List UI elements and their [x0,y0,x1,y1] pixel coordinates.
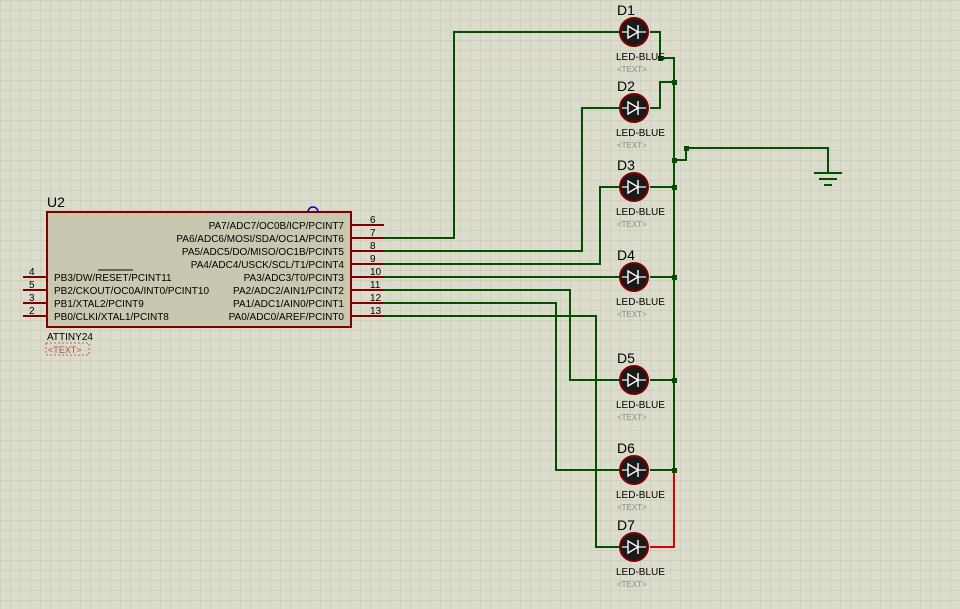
led-value: LED-BLUE [616,567,665,578]
pin-label: PA4/ADC4/USCK/SCL/T1/PCINT4 [191,260,345,271]
junction-dot [672,158,677,163]
junction-dot [672,468,677,473]
led-ref: D4 [617,247,635,263]
pin-label: PA7/ADC7/OC0B/ICP/PCINT7 [209,221,345,232]
led-ref: D2 [617,78,635,94]
pin-label: PA5/ADC5/DO/MISO/OC1B/PCINT5 [182,247,345,258]
led-ref: D3 [617,157,635,173]
pin-number: 7 [370,228,376,239]
pin-number: 3 [29,293,35,304]
led-text: <TEXT> [617,503,647,512]
pin-label: PA3/ADC3/T0/PCINT3 [244,273,345,284]
pin-label: PA2/ADC2/AIN1/PCINT2 [233,286,344,297]
pin-number: 11 [370,280,381,291]
led-value: LED-BLUE [616,207,665,218]
junction-dot [672,185,677,190]
junction-dot [684,146,689,151]
led-text: <TEXT> [617,141,647,150]
led-value: LED-BLUE [616,400,665,411]
chip-text: <TEXT> [48,345,82,355]
chip-part: ATTINY24 [47,332,93,343]
pin-number: 8 [370,241,376,252]
led-value: LED-BLUE [616,297,665,308]
pin-number: 5 [29,280,35,291]
led-text: <TEXT> [617,580,647,589]
led-ref: D7 [617,517,635,533]
led-text: <TEXT> [617,220,647,229]
led-text: <TEXT> [617,65,647,74]
chip-ref: U2 [47,194,65,210]
led-text: <TEXT> [617,310,647,319]
pin-label: PA0/ADC0/AREF/PCINT0 [229,312,345,323]
led-value: LED-BLUE [616,490,665,501]
led-ref: D6 [617,440,635,456]
pin-label: PB0/CLKI/XTAL1/PCINT8 [54,312,169,323]
led-value: LED-BLUE [616,128,665,139]
pin-number: 9 [370,254,376,265]
led-ref: D1 [617,2,635,18]
pin-number: 12 [370,293,382,304]
pin-number: 4 [29,267,35,278]
junction-dot [672,80,677,85]
pin-label: PB1/XTAL2/PCINT9 [54,299,144,310]
pin-label: PA6/ADC6/MOSI/SDA/OC1A/PCINT6 [176,234,344,245]
junction-dot [672,275,677,280]
pin-number: 10 [370,267,382,278]
led-ref: D5 [617,350,635,366]
pin-number: 13 [370,306,382,317]
led-value: LED-BLUE [616,52,665,63]
led-text: <TEXT> [617,413,647,422]
pin-number: 2 [29,306,35,317]
pin-label: PB3/DW/RESET/PCINT11 [54,273,172,284]
junction-dot [672,378,677,383]
schematic-canvas[interactable]: U2 ATTINY24 <TEXT> PA7/ADC7/OC0B/ICP/PCI… [0,0,960,609]
pin-label: PB2/CKOUT/OC0A/INT0/PCINT10 [54,286,209,297]
pin-number: 6 [370,215,376,226]
pin-label: PA1/ADC1/AIN0/PCINT1 [233,299,344,310]
